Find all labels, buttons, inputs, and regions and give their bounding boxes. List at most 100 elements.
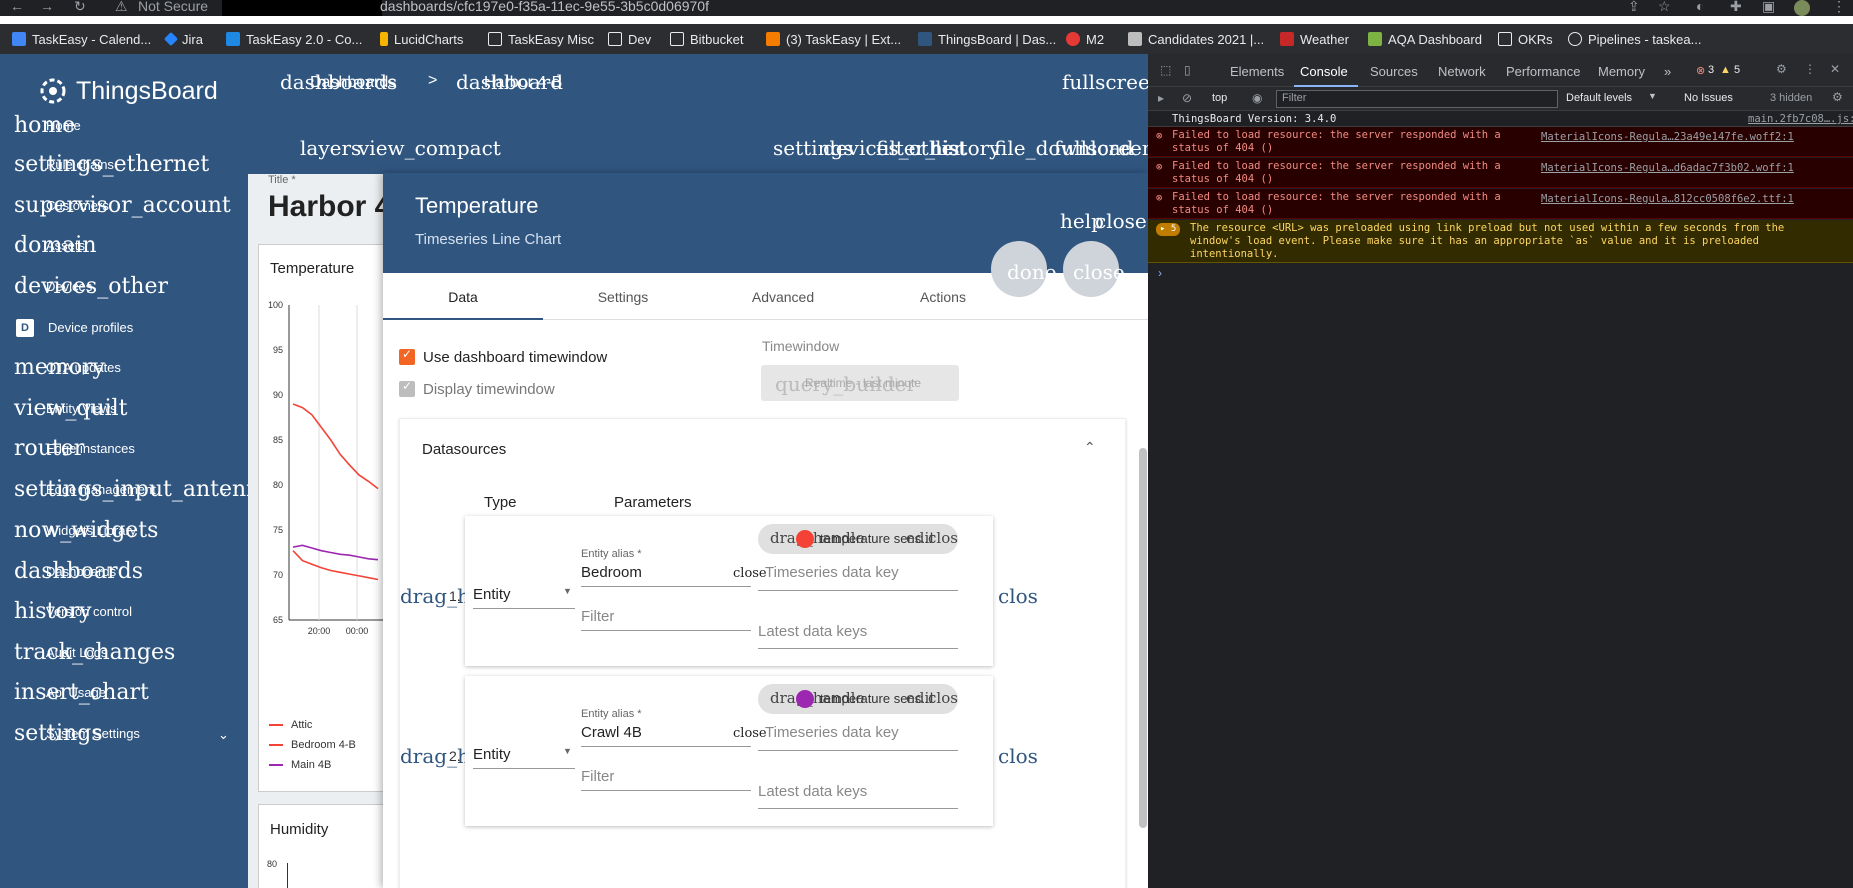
timeseries-key-input[interactable]: Timeseries data key xyxy=(765,724,899,741)
sidebar-item-rule-chains[interactable]: settings_ethernet Rule chains xyxy=(0,146,248,186)
history-icon[interactable]: history xyxy=(930,136,1000,160)
chevron-down-icon[interactable]: ⌄ xyxy=(218,727,229,743)
devtools-tab-console[interactable]: Console xyxy=(1300,64,1348,79)
bookmark-item[interactable]: Jira xyxy=(163,31,203,47)
brand-logo[interactable]: ThingsBoard xyxy=(36,74,218,108)
sidebar-item-edge-instances[interactable]: router Edge instances xyxy=(0,430,248,470)
clear-console-icon[interactable]: ⊘ xyxy=(1182,91,1192,105)
sidebar-item-dashboards[interactable]: dashboards Dashboards xyxy=(0,553,248,593)
sidebar-item-home[interactable]: home Home xyxy=(0,107,248,147)
console-filter-input[interactable] xyxy=(1276,90,1558,108)
star-icon[interactable]: ☆ xyxy=(1658,0,1671,15)
reload-icon[interactable]: ↻ xyxy=(74,0,86,15)
remove-datasource-icon[interactable]: clos xyxy=(998,584,1038,608)
sidebar-toggle-icon[interactable]: ▸ xyxy=(1158,91,1164,105)
chevron-down-icon[interactable]: ⌄ xyxy=(218,483,229,499)
sidebar-item-audit-logs[interactable]: track_changes Audit Logs xyxy=(0,634,248,674)
log-levels-select[interactable]: Default levels xyxy=(1566,92,1632,104)
bookmark-item[interactable]: ThingsBoard | Das... xyxy=(918,31,1056,47)
entity-alias-input[interactable]: Bedroom xyxy=(581,564,642,581)
share-icon[interactable]: ⇪ xyxy=(1628,0,1640,15)
sidebar-item-version-control[interactable]: history Version control xyxy=(0,593,248,633)
url-text[interactable]: dashboards/cfc197e0-f35a-11ec-9e55-3b5c0… xyxy=(380,0,709,14)
filter-input[interactable]: Filter xyxy=(581,608,614,625)
close-icon[interactable]: close xyxy=(1095,209,1147,233)
source-link[interactable]: MaterialIcons-Regula…d6adac7f3b02.woff:1 xyxy=(1541,162,1794,175)
timewindow-button[interactable]: query_builder Realtime - last minute xyxy=(761,365,959,401)
legend-item[interactable]: Attic xyxy=(269,715,356,735)
back-icon[interactable]: ← xyxy=(10,0,24,14)
extension-icon[interactable]: ◐ xyxy=(1696,0,1704,14)
devtools-tab-performance[interactable]: Performance xyxy=(1506,64,1580,79)
tab-data[interactable]: Data xyxy=(383,289,543,305)
devtools-tab-sources[interactable]: Sources xyxy=(1370,64,1418,79)
data-key-chip[interactable]: drag_handle temperature sens... edit clo… xyxy=(758,684,958,714)
sidebar-item-assets[interactable]: domain Assets xyxy=(0,227,248,267)
sidebar-item-device-profiles[interactable]: D Device profiles xyxy=(0,309,248,349)
type-select[interactable]: Entity xyxy=(473,746,511,763)
sidebar-item-api-usage[interactable]: insert_chart Api Usage xyxy=(0,674,248,714)
bookmark-item[interactable]: Candidates 2021 |... xyxy=(1128,31,1264,47)
clear-alias-icon[interactable]: close xyxy=(733,566,767,581)
fullscreen-icon[interactable]: fullscreen xyxy=(1062,70,1148,94)
chip-color-dot[interactable] xyxy=(796,690,814,708)
fullscreen-toggle-icon[interactable]: fullscreen xyxy=(1054,136,1148,160)
console-settings-icon[interactable]: ⚙ xyxy=(1832,90,1843,104)
latest-keys-input[interactable]: Latest data keys xyxy=(758,623,867,640)
device-toggle-icon[interactable]: ▯ xyxy=(1184,63,1191,77)
sidebar-item-ota-updates[interactable]: memory OTA updates xyxy=(0,349,248,389)
menu-icon[interactable]: ⋮ xyxy=(1832,0,1846,15)
latest-keys-input[interactable]: Latest data keys xyxy=(758,783,867,800)
source-link[interactable]: main.2fb7c08….js:1 xyxy=(1748,113,1853,125)
tab-actions[interactable]: Actions xyxy=(863,289,1023,305)
sidebar-item-widgets-library[interactable]: now_widgets Widgets Library xyxy=(0,512,248,552)
error-count-icon[interactable]: ⊗ xyxy=(1696,64,1705,77)
sidebar-item-entity-views[interactable]: view_quilt Entity Views xyxy=(0,390,248,430)
view-compact-icon[interactable]: view_compact xyxy=(358,136,501,160)
timeseries-key-input[interactable]: Timeseries data key xyxy=(765,564,899,581)
eye-icon[interactable]: ◉ xyxy=(1252,91,1262,105)
bookmark-item[interactable]: OKRs xyxy=(1498,31,1553,47)
clear-alias-icon[interactable]: close xyxy=(733,726,767,741)
type-select[interactable]: Entity xyxy=(473,586,511,603)
puzzle-icon[interactable]: ✚ xyxy=(1730,0,1742,15)
filter-input[interactable]: Filter xyxy=(581,768,614,785)
bookmark-item[interactable]: Dev xyxy=(608,31,651,47)
source-link[interactable]: MaterialIcons-Regula…23a49e147fe.woff2:1 xyxy=(1541,131,1794,144)
issues-button[interactable]: No Issues xyxy=(1684,92,1733,104)
sidebar-item-edge-management[interactable]: settings_input_antenna Edge management ⌄ xyxy=(0,471,248,511)
sidepanel-icon[interactable]: ▣ xyxy=(1762,0,1775,15)
series-line-main-4b[interactable] xyxy=(292,544,379,561)
data-key-chip[interactable]: drag_handle temperature sens... edit clo… xyxy=(758,524,958,554)
legend-item[interactable]: Main 4B xyxy=(269,755,356,775)
remove-datasource-icon[interactable]: clos xyxy=(998,744,1038,768)
context-select[interactable]: top xyxy=(1212,92,1227,104)
devtools-close-icon[interactable]: ✕ xyxy=(1830,62,1840,76)
devtools-tab-elements[interactable]: Elements xyxy=(1230,64,1284,79)
bookmark-item[interactable]: Bitbucket xyxy=(670,31,743,47)
devtools-tab-network[interactable]: Network xyxy=(1438,64,1486,79)
entity-alias-input[interactable]: Crawl 4B xyxy=(581,724,642,741)
source-link[interactable]: MaterialIcons-Regula…812cc0508f6e2.ttf:1 xyxy=(1541,193,1794,206)
legend-item[interactable]: Bedroom 4-B xyxy=(269,735,356,755)
inspect-icon[interactable]: ⬚ xyxy=(1160,63,1171,77)
collapse-icon[interactable]: ⌃ xyxy=(1084,439,1096,456)
layers-icon[interactable]: layers xyxy=(300,136,361,160)
bookmark-item[interactable]: TaskEasy 2.0 - Co... xyxy=(226,31,362,47)
chip-close-icon[interactable]: clos xyxy=(928,529,958,547)
more-tabs-icon[interactable]: » xyxy=(1664,64,1671,79)
chip-color-dot[interactable] xyxy=(796,530,814,548)
forward-icon[interactable]: → xyxy=(40,0,54,14)
tab-settings[interactable]: Settings xyxy=(543,289,703,305)
dashboard-title-input[interactable]: Harbor 4 xyxy=(268,190,391,224)
bookmark-item[interactable]: M2 xyxy=(1066,31,1104,47)
bookmark-item[interactable]: TaskEasy Misc xyxy=(488,31,594,47)
bookmark-item[interactable]: (3) TaskEasy | Ext... xyxy=(766,31,901,47)
breadcrumb-dashboards[interactable]: Dashboards xyxy=(310,74,396,92)
series-line-bedroom-4-b[interactable] xyxy=(292,550,379,581)
dialog-scrollbar[interactable] xyxy=(1139,448,1147,828)
sidebar-item-customers[interactable]: supervisor_account Customers xyxy=(0,187,248,227)
settings-gear-icon[interactable]: ⚙ xyxy=(1776,62,1787,76)
bookmark-item[interactable]: TaskEasy - Calend... xyxy=(12,31,151,47)
bookmark-item[interactable]: AQA Dashboard xyxy=(1368,31,1482,47)
